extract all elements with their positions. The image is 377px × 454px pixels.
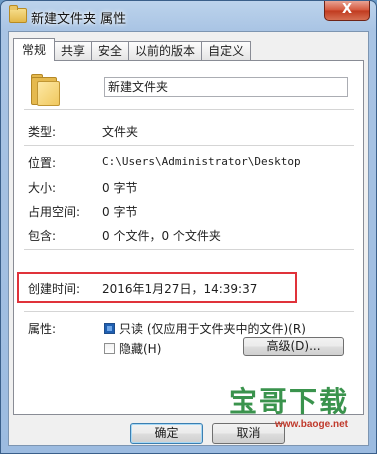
title-bar[interactable]: 新建文件夹 属性 X xyxy=(1,1,376,31)
close-button[interactable]: X xyxy=(324,1,370,21)
advanced-button[interactable]: 高级(D)... xyxy=(243,337,344,356)
readonly-label[interactable]: 只读 (仅应用于文件夹中的文件)(R) xyxy=(119,320,306,337)
size-value: 0 字节 xyxy=(102,181,138,195)
divider xyxy=(24,311,354,312)
watermark-url: www.baoge.net xyxy=(275,419,348,430)
contains-value: 0 个文件，0 个文件夹 xyxy=(102,229,221,243)
disk-size-label: 占用空间: xyxy=(28,205,81,219)
general-panel: 新建文件夹 类型: 文件夹 位置: C:\Users\Administrator… xyxy=(13,60,364,415)
created-label: 创建时间: xyxy=(28,282,81,296)
divider xyxy=(24,109,354,110)
watermark-text: 宝哥下载 xyxy=(229,385,350,418)
disk-size-value: 0 字节 xyxy=(102,205,138,219)
folder-name-input[interactable]: 新建文件夹 xyxy=(104,77,348,97)
window-title: 新建文件夹 属性 xyxy=(31,12,127,27)
tab-previous-versions[interactable]: 以前的版本 xyxy=(128,41,203,61)
properties-window: 新建文件夹 属性 X 常规 共享 安全 以前的版本 自定义 新建文件夹 类型: … xyxy=(0,0,377,454)
dialog-body: 常规 共享 安全 以前的版本 自定义 新建文件夹 类型: 文件夹 位置: C:\… xyxy=(8,31,369,446)
tab-bar: 常规 共享 安全 以前的版本 自定义 xyxy=(13,38,252,61)
size-label: 大小: xyxy=(28,181,57,195)
tab-sharing[interactable]: 共享 xyxy=(54,41,93,61)
location-label: 位置: xyxy=(28,156,57,170)
watermark: 宝哥下载 www.baoge.net xyxy=(229,386,369,436)
location-value: C:\Users\Administrator\Desktop xyxy=(102,155,301,168)
folder-icon xyxy=(31,74,61,106)
type-label: 类型: xyxy=(28,125,57,139)
hidden-label[interactable]: 隐藏(H) xyxy=(119,340,161,357)
folder-icon xyxy=(9,5,27,23)
hidden-checkbox[interactable] xyxy=(104,343,115,354)
tab-security[interactable]: 安全 xyxy=(91,41,130,61)
contains-label: 包含: xyxy=(28,229,57,243)
tab-general[interactable]: 常规 xyxy=(13,38,56,61)
divider xyxy=(24,145,354,146)
tab-customize[interactable]: 自定义 xyxy=(201,41,252,61)
type-value: 文件夹 xyxy=(102,125,139,139)
attributes-label: 属性: xyxy=(28,322,57,336)
ok-button[interactable]: 确定 xyxy=(130,423,203,444)
divider xyxy=(24,249,354,250)
readonly-checkbox[interactable] xyxy=(104,323,115,334)
created-value: 2016年1月27日，14:39:37 xyxy=(102,282,258,296)
